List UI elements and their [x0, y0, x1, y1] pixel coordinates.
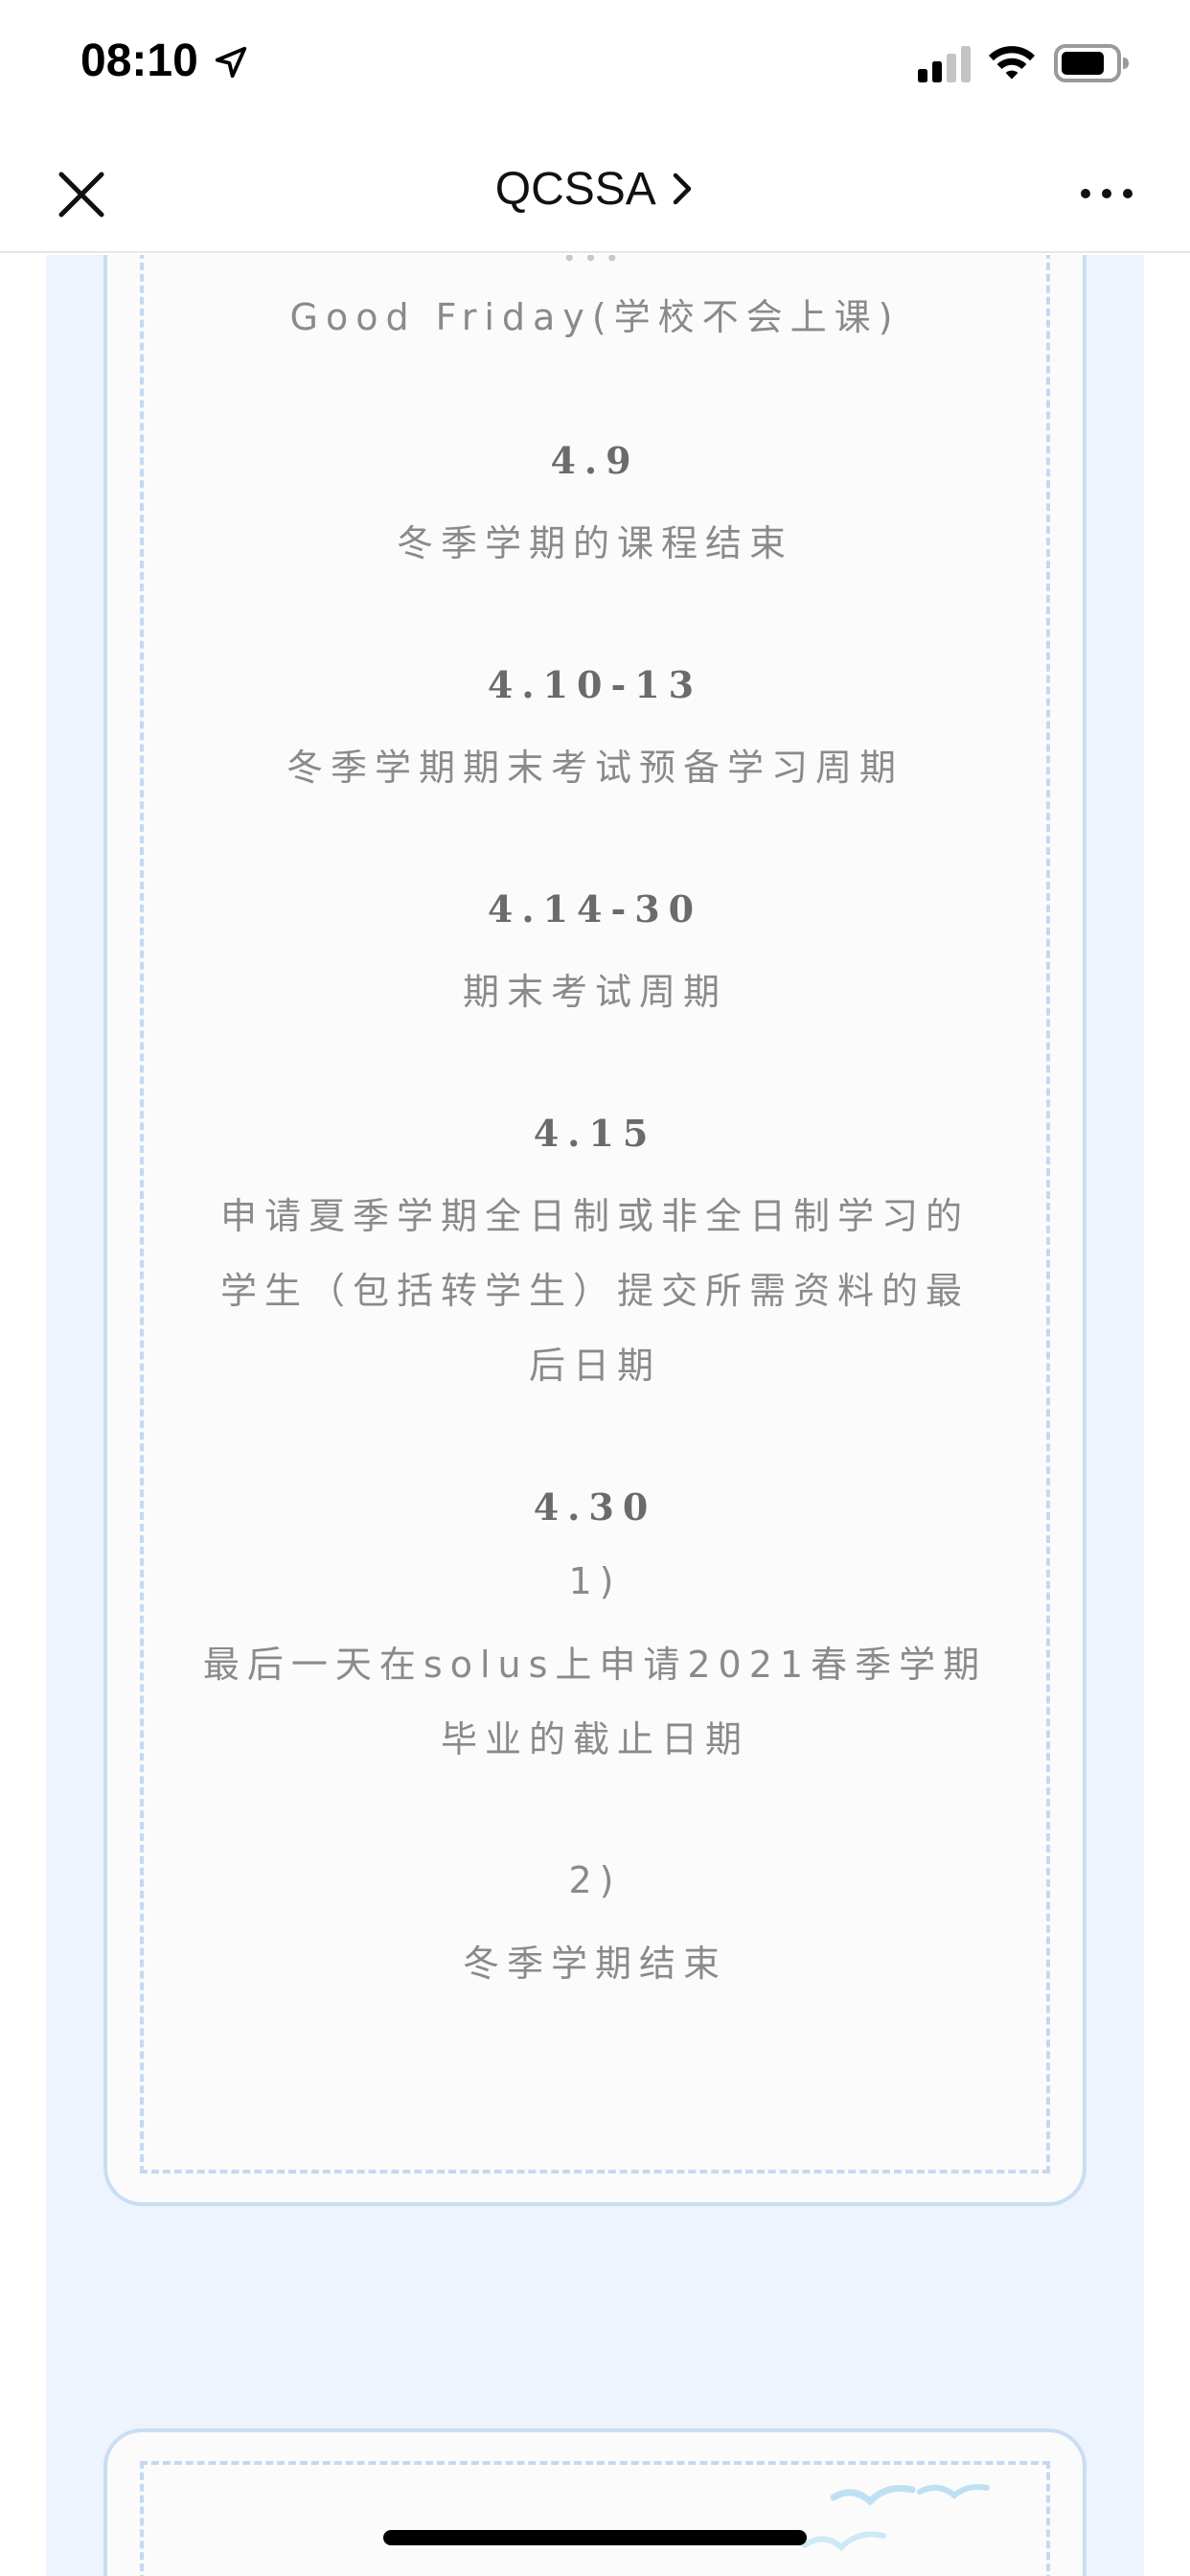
event-text: 学生（包括转学生）提交所需资料的最 [219, 1270, 970, 1312]
event-text: 最后一天在solus上申请2021春季学期 [202, 1644, 988, 1686]
date-4-10-13: 4.10-13 [487, 663, 703, 706]
event-text: 后日期 [528, 1345, 661, 1387]
nav-bar: QCSSA [0, 126, 1190, 253]
event-text: 1) [568, 1560, 622, 1602]
date-4-15: 4.15 [533, 1112, 657, 1155]
event-text: 冬季学期期末考试预备学习周期 [286, 747, 904, 789]
nav-title-group[interactable]: QCSSA [0, 163, 1190, 216]
status-bar: 08:10 [0, 0, 1190, 126]
more-icon[interactable] [1073, 174, 1140, 213]
date-4-14-30: 4.14-30 [487, 887, 703, 931]
battery-icon [1054, 44, 1129, 82]
wifi-icon [989, 46, 1035, 80]
partial-date: ... [103, 255, 1087, 269]
article-content[interactable]: ... Good Friday(学校不会上课) 4.9 冬季学期的课程结束 4.… [0, 255, 1190, 2576]
cellular-signal-icon [918, 46, 971, 82]
event-text: 期末考试周期 [462, 971, 727, 1013]
event-text: 毕业的截止日期 [440, 1718, 749, 1760]
event-text: 申请夏季学期全日制或非全日制学习的 [219, 1195, 970, 1237]
good-friday-text: Good Friday(学校不会上课) [289, 296, 901, 338]
chevron-right-icon[interactable] [670, 170, 695, 208]
cloud-decoration-icon [565, 2545, 699, 2576]
birds-decoration-icon [802, 2484, 990, 2552]
date-4-9: 4.9 [550, 439, 640, 482]
home-indicator[interactable] [383, 2530, 807, 2545]
location-arrow-icon [215, 46, 247, 79]
event-text: 冬季学期结束 [462, 1943, 727, 1985]
status-time: 08:10 [80, 35, 198, 86]
event-text: 2) [568, 1859, 622, 1901]
date-4-30: 4.30 [533, 1485, 657, 1529]
account-title[interactable]: QCSSA [495, 164, 656, 215]
event-text: 冬季学期的课程结束 [396, 522, 793, 564]
